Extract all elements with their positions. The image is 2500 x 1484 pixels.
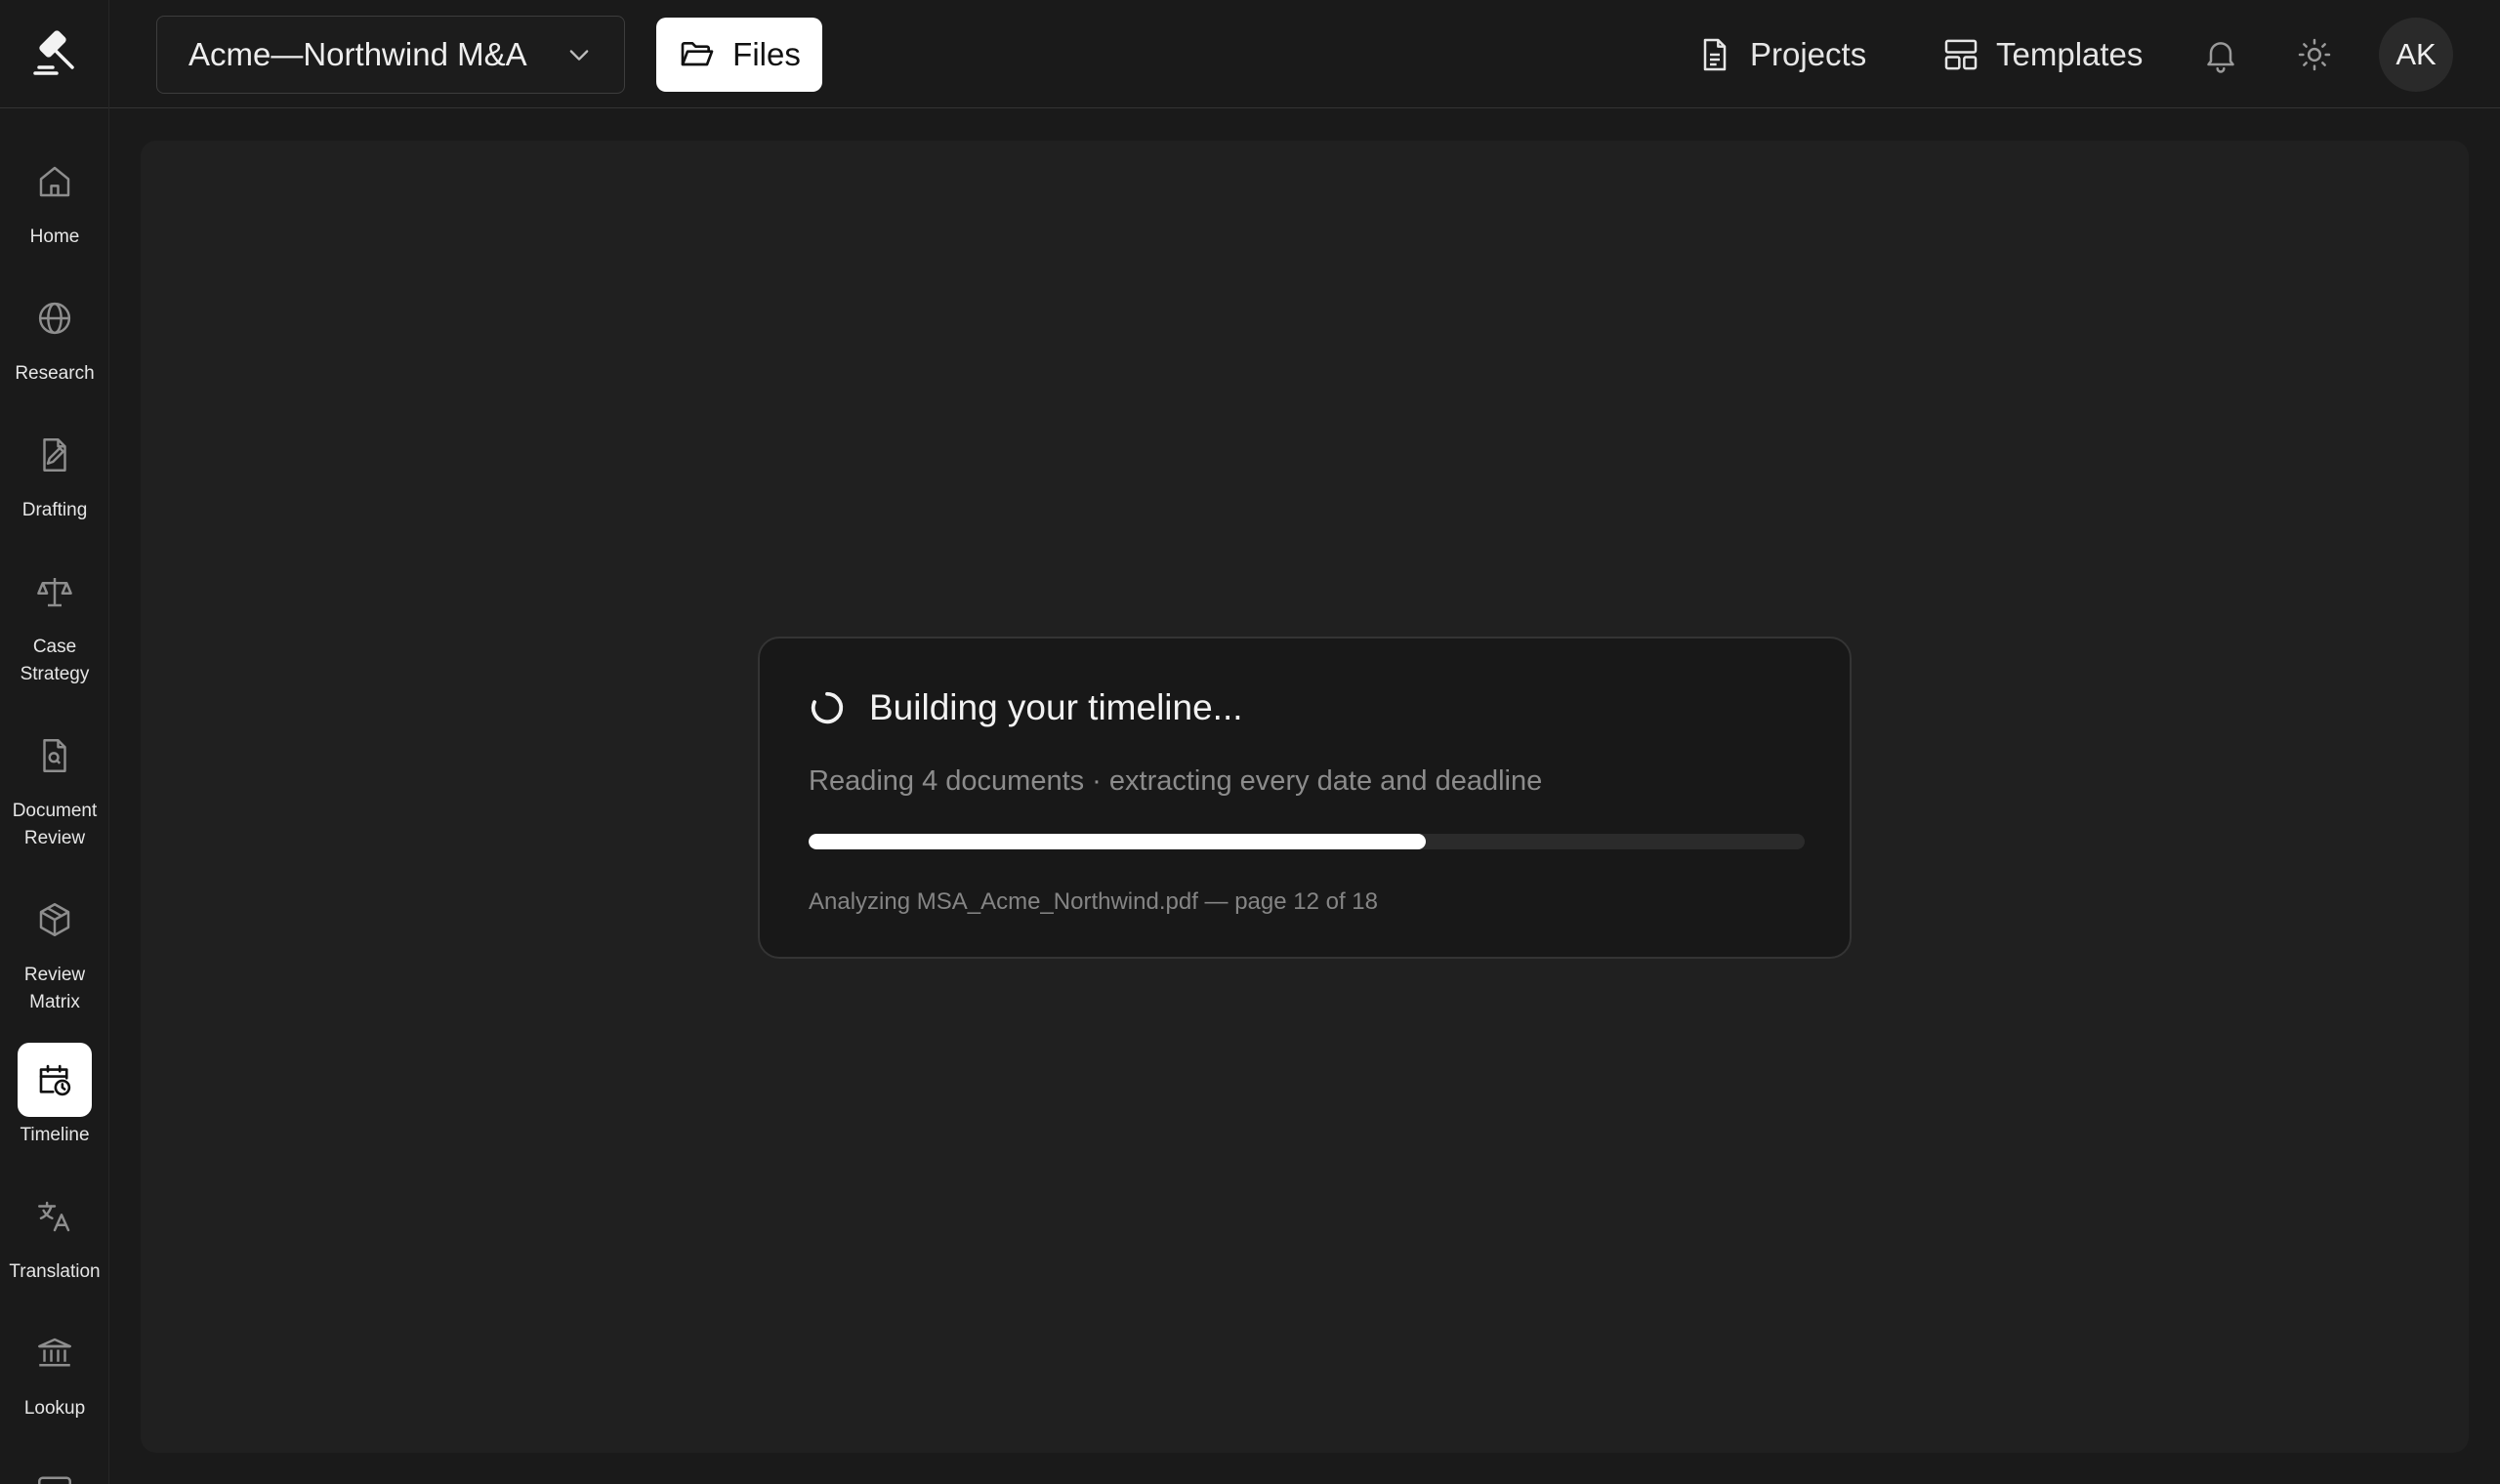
sidebar-item-drafting[interactable]: Drafting [0,418,108,524]
files-button[interactable]: Files [656,18,822,92]
progress-subtitle: Reading 4 documents · extracting every d… [809,765,1543,797]
sidebar-item-document-review[interactable]: Document Review [0,719,108,852]
progress-title-row: Building your timeline... [809,687,1243,728]
scales-icon [37,578,72,607]
top-bar: Acme—Northwind M&A Files Projects Templa… [109,0,2500,108]
main-panel: Building your timeline... Reading 4 docu… [141,141,2469,1453]
sidebar-item-label: Review Matrix [23,965,86,1012]
timeline-progress-card: Building your timeline... Reading 4 docu… [758,637,1852,959]
bell-icon [2207,42,2234,73]
progress-title: Building your timeline... [869,687,1243,727]
sidebar-item-review-matrix[interactable]: Review Matrix [0,883,108,1016]
sidebar-item-label: Lookup [23,1398,86,1419]
keyboard-icon [38,1476,71,1484]
sidebar-item-label: Translation [9,1261,101,1282]
projects-link-label: Projects [1750,36,1867,72]
sidebar-item-label: Research [15,363,95,384]
sidebar: Home Research Drafting Case Strategy Doc… [0,0,109,1484]
pen-document-icon [43,438,66,472]
document-icon [1703,38,1727,71]
sidebar-item-research[interactable]: Research [0,281,108,388]
progress-bar-fill [809,834,1427,849]
templates-link-label: Templates [1996,36,2144,72]
home-icon [39,166,70,197]
sun-icon [2298,38,2331,71]
sidebar-item-label: Home [29,227,80,247]
cube-icon [39,903,70,936]
projects-link[interactable]: Projects [1695,27,1866,82]
project-name: Acme—Northwind M&A [188,36,527,72]
progress-detail: Analyzing MSA_Acme_Northwind.pdf — page … [809,888,1378,915]
files-button-label: Files [732,36,801,72]
sidebar-item-lookup[interactable]: Lookup [0,1316,108,1422]
progress-bar [809,834,1805,849]
document-search-icon [43,739,66,772]
globe-icon [38,302,71,335]
bank-icon [38,1338,71,1367]
notifications-button[interactable] [2195,29,2246,80]
sidebar-item-label: Case Strategy [20,637,90,684]
translate-icon [38,1201,70,1232]
calendar-clock-icon [39,1064,71,1096]
sidebar-item-label: Document Review [12,801,98,848]
folder-open-icon [681,42,714,66]
project-selector[interactable]: Acme—Northwind M&A [156,16,625,94]
sidebar-item-timeline[interactable]: Timeline [0,1043,108,1149]
templates-link[interactable]: Templates [1941,27,2143,82]
loading-spinner-icon [811,691,844,724]
user-avatar[interactable]: AK [2379,18,2453,92]
chevron-down-icon [569,50,589,61]
sidebar-item-home[interactable]: Home [0,144,108,251]
sidebar-item-label: Drafting [21,500,88,520]
app-logo[interactable] [0,0,108,108]
theme-toggle-button[interactable] [2289,29,2340,80]
sidebar-item-case-strategy[interactable]: Case Strategy [0,555,108,688]
layout-template-icon [1944,39,1978,70]
gavel-logo-icon [33,30,74,75]
sidebar-item-translation[interactable]: Translation [0,1179,108,1286]
sidebar-item-label: Timeline [20,1125,90,1145]
sidebar-item-more[interactable] [0,1453,108,1484]
